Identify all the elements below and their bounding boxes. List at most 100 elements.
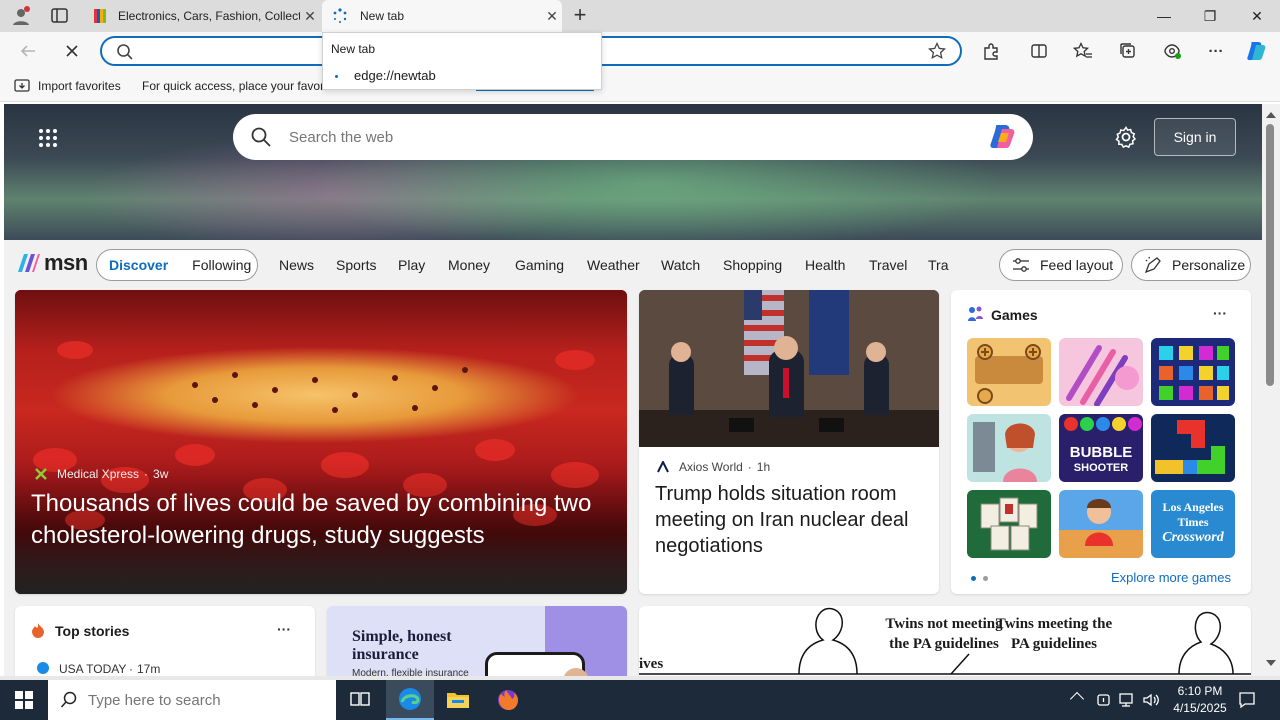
split-screen-icon[interactable]: [1026, 38, 1052, 64]
carousel-dot-active[interactable]: [971, 576, 976, 581]
settings-more-icon[interactable]: ···: [1203, 38, 1229, 64]
sign-in-button[interactable]: Sign in: [1154, 118, 1236, 156]
personalize-button[interactable]: Personalize: [1131, 249, 1251, 281]
games-icon: [967, 305, 985, 323]
feed-layout-label: Feed layout: [1040, 257, 1114, 273]
nav-money[interactable]: Money: [448, 257, 490, 273]
game-tile-blocks[interactable]: [1151, 414, 1235, 482]
taskbar-search-input[interactable]: [88, 691, 328, 709]
main-story-headline[interactable]: Thousands of lives could be saved by com…: [31, 488, 621, 552]
tab-new-tab[interactable]: New tab ✕: [322, 0, 562, 32]
personalize-label: Personalize: [1172, 257, 1246, 273]
stop-loading-icon[interactable]: [59, 38, 85, 64]
hover-card-title: New tab: [331, 42, 376, 56]
notifications-icon[interactable]: [1238, 691, 1256, 712]
web-search-box[interactable]: [233, 114, 1033, 160]
nav-play[interactable]: Play: [398, 257, 425, 273]
volume-icon[interactable]: [1142, 692, 1160, 711]
back-arrow-icon[interactable]: [15, 38, 41, 64]
game-tile-mahjong[interactable]: [967, 490, 1051, 558]
edge-taskbar-icon[interactable]: [386, 680, 434, 720]
copilot-icon[interactable]: [987, 123, 1019, 151]
nav-sports[interactable]: Sports: [336, 257, 376, 273]
feed-layout-button[interactable]: Feed layout: [999, 249, 1123, 281]
msn-logo[interactable]: msn: [16, 250, 88, 276]
top-stories-title[interactable]: Top stories: [55, 623, 129, 639]
second-story-card[interactable]: Axios World · 1h Trump holds situation r…: [639, 290, 939, 594]
show-hidden-icons[interactable]: [1069, 691, 1085, 707]
second-story-age: 1h: [756, 460, 771, 474]
network-icon[interactable]: [1118, 692, 1136, 711]
second-story-headline[interactable]: Trump holds situation room meeting on Ir…: [655, 481, 925, 559]
carousel-dot[interactable]: [983, 576, 988, 581]
nav-travel[interactable]: Travel: [869, 257, 907, 273]
import-favorites-link[interactable]: Import favorites: [38, 79, 121, 93]
top-story-age: 17m: [137, 662, 161, 676]
page-settings-icon[interactable]: [1115, 126, 1137, 151]
close-tab-icon[interactable]: ✕: [300, 8, 320, 25]
page-scrollbar[interactable]: [1262, 104, 1280, 676]
tab-actions-icon[interactable]: [50, 7, 70, 25]
scroll-down-icon[interactable]: [1266, 660, 1276, 666]
main-story-card[interactable]: Medical Xpress · 3w Thousands of lives c…: [15, 290, 627, 594]
clock-date[interactable]: 4/15/2025: [1168, 701, 1232, 715]
explore-more-games-link[interactable]: Explore more games: [1111, 570, 1231, 585]
collections-icon[interactable]: [1115, 38, 1141, 64]
import-icon: [14, 78, 30, 97]
insurance-ad-card[interactable]: Simple, honest insurance Modern, flexibl…: [327, 606, 627, 676]
nav-watch[interactable]: Watch: [661, 257, 700, 273]
game-tile-doctor[interactable]: [967, 414, 1051, 482]
tab-following[interactable]: Following: [192, 257, 251, 273]
extensions-icon[interactable]: [978, 38, 1004, 64]
scrollbar-thumb[interactable]: [1266, 124, 1274, 386]
ad-subtitle: Modern, flexible insurance: [352, 668, 469, 676]
msn-new-tab-page: Sign in msn Discover Following News Spor…: [4, 104, 1262, 676]
top-stories-more-icon[interactable]: ···: [277, 621, 291, 637]
profile-icon[interactable]: [10, 5, 32, 27]
games-more-icon[interactable]: ···: [1213, 305, 1227, 321]
app-launcher-icon[interactable]: [38, 128, 58, 151]
tab-discover[interactable]: Discover: [109, 257, 168, 273]
second-story-source: Axios World: [679, 460, 743, 474]
game-tile-wood-screw[interactable]: [967, 338, 1051, 406]
medical-xpress-icon: [35, 468, 47, 480]
restore-button[interactable]: ❐: [1187, 0, 1233, 32]
game-tile-makeup[interactable]: [1059, 338, 1143, 406]
scroll-up-icon[interactable]: [1266, 112, 1276, 118]
game-tile-bubble-shooter[interactable]: BUBBLE SHOOTER: [1059, 414, 1143, 482]
minimize-button[interactable]: —: [1141, 0, 1187, 32]
nav-weather[interactable]: Weather: [587, 257, 640, 273]
meet-now-icon[interactable]: [1096, 692, 1112, 711]
crossword-text-2: Times: [1177, 515, 1209, 529]
nav-shopping[interactable]: Shopping: [723, 257, 782, 273]
copilot-icon[interactable]: [1244, 38, 1270, 64]
usa-today-icon: [37, 662, 49, 674]
nav-gaming[interactable]: Gaming: [515, 257, 564, 273]
comic-left-word: ives: [639, 656, 664, 672]
game-tile-crossword[interactable]: Los Angeles Times Crossword: [1151, 490, 1235, 558]
window-close-button[interactable]: ✕: [1234, 0, 1280, 32]
nav-more[interactable]: Tra: [928, 257, 950, 273]
nav-news[interactable]: News: [279, 257, 314, 273]
web-search-input[interactable]: [289, 128, 979, 146]
nav-health[interactable]: Health: [805, 257, 845, 273]
close-tab-icon[interactable]: ✕: [542, 8, 562, 25]
game-tile-jewels[interactable]: [1151, 338, 1235, 406]
file-explorer-icon[interactable]: [434, 680, 482, 720]
games-title[interactable]: Games: [991, 307, 1038, 323]
comic-card[interactable]: ives Twins not meeting the PA guidelines…: [639, 606, 1251, 676]
favorite-star-icon[interactable]: [928, 41, 946, 63]
browser-essentials-icon[interactable]: [1159, 38, 1185, 64]
clock-time[interactable]: 6:10 PM: [1168, 684, 1232, 698]
windows-start-icon[interactable]: [0, 680, 48, 720]
game-tile-character[interactable]: [1059, 490, 1143, 558]
loading-spinner-icon: [332, 8, 348, 24]
main-story-source: Medical Xpress: [57, 467, 140, 481]
taskbar-search[interactable]: [48, 680, 336, 720]
tab-ebay[interactable]: Electronics, Cars, Fashion, Collectibles…: [84, 0, 320, 32]
favorites-icon[interactable]: [1070, 38, 1096, 64]
new-tab-button[interactable]: +: [566, 3, 594, 29]
firefox-icon[interactable]: [484, 680, 532, 720]
bullet-icon: [335, 75, 338, 78]
task-view-icon[interactable]: [336, 680, 384, 720]
